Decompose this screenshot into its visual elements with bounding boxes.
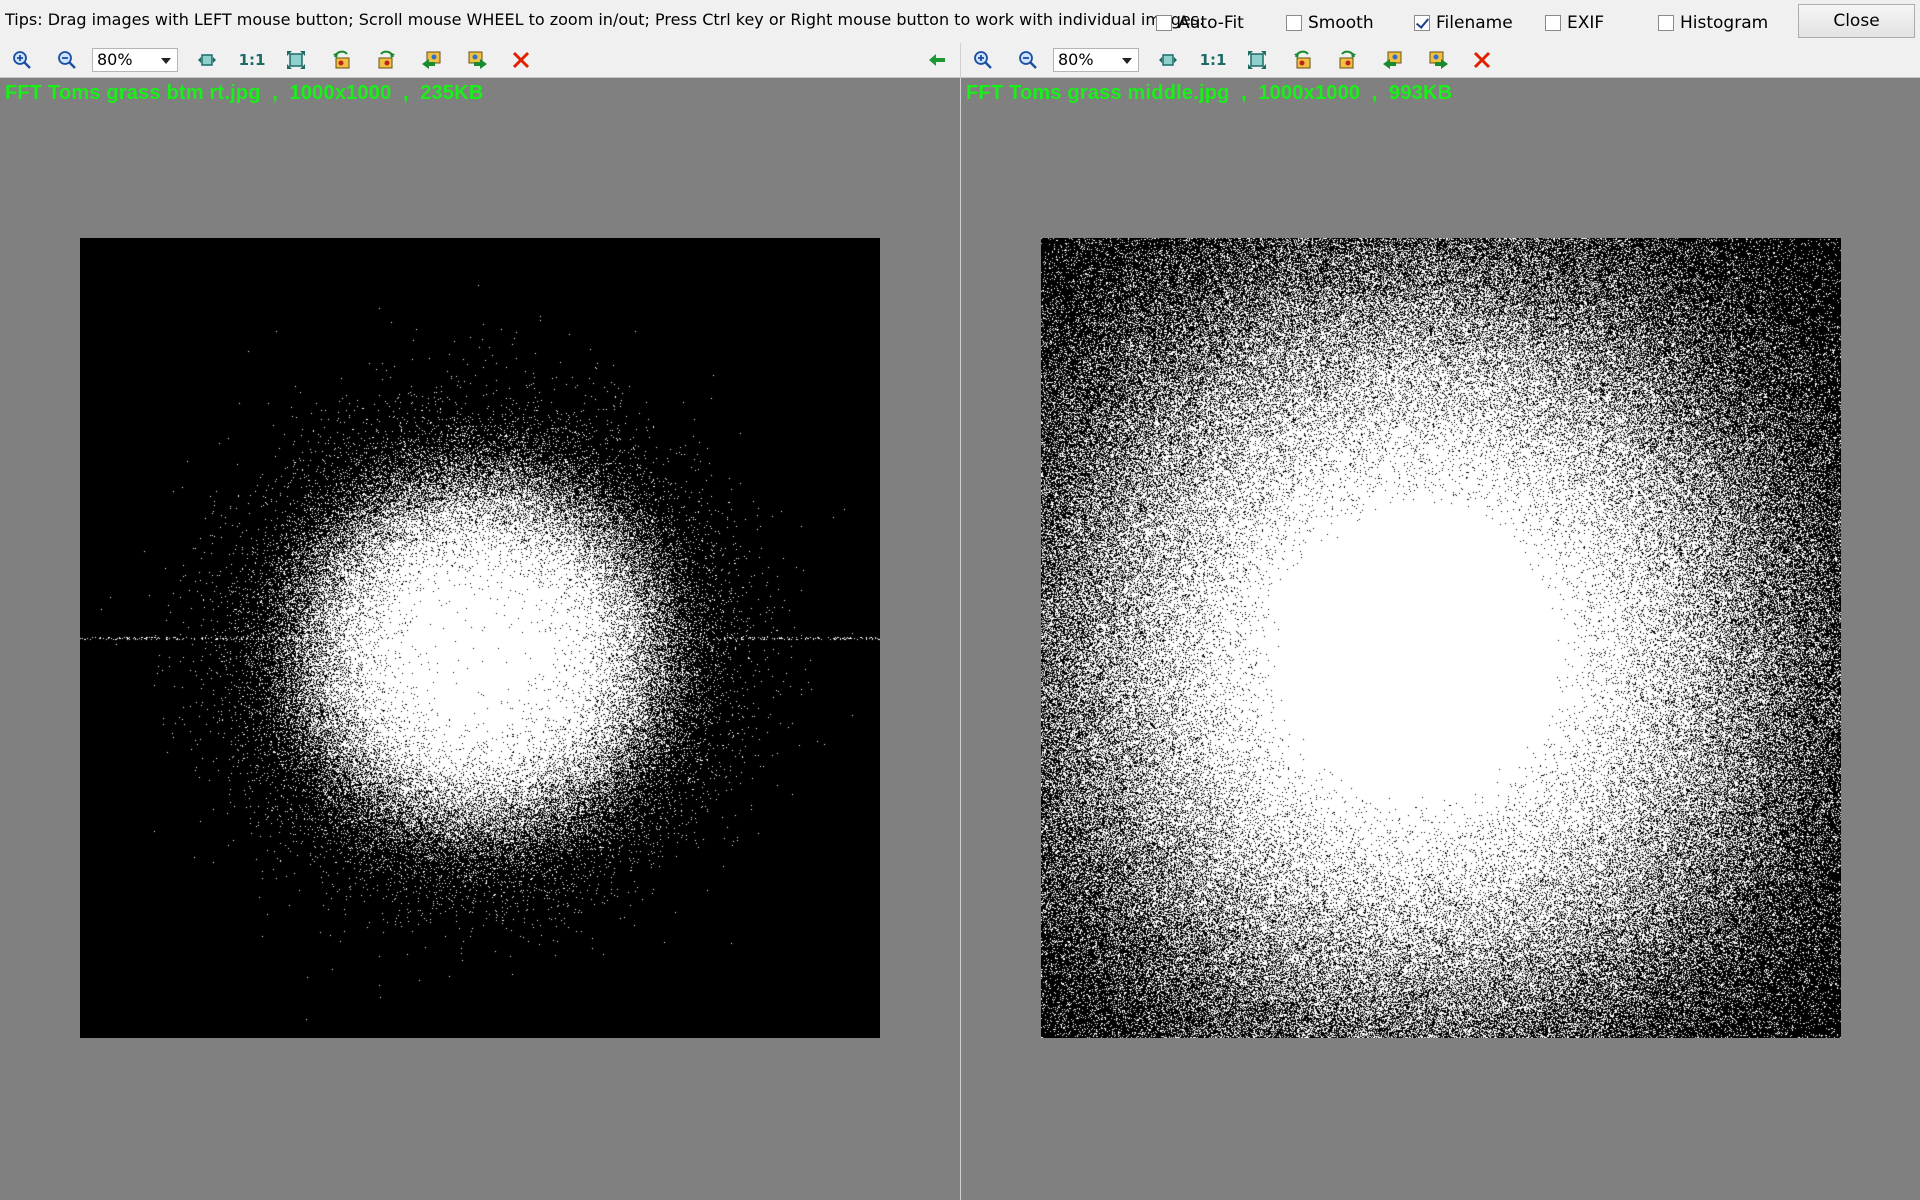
actual-size-button[interactable]: 1:1 (238, 49, 266, 71)
file-info-label: FFT Toms grass btm rt.jpg , 1000x1000 , … (5, 82, 484, 104)
auto-fit-checkbox[interactable]: Auto-Fit (1156, 12, 1244, 34)
smooth-label: Smooth (1308, 13, 1374, 33)
rotate-left-icon[interactable] (331, 49, 353, 71)
fft-image-right[interactable] (1041, 238, 1841, 1038)
checkbox-box[interactable] (1658, 15, 1674, 31)
previous-image-icon[interactable] (421, 49, 443, 71)
zoom-level-select[interactable]: 80% (92, 48, 178, 72)
zoom-level-select[interactable]: 80% (1053, 48, 1139, 72)
fft-image-left[interactable] (80, 238, 880, 1038)
smooth-checkbox[interactable]: Smooth (1286, 12, 1374, 34)
right-image-viewer[interactable]: FFT Toms grass middle.jpg , 1000x1000 , … (961, 78, 1920, 1200)
histogram-checkbox[interactable]: Histogram (1658, 12, 1768, 34)
zoom-in-icon[interactable] (972, 49, 994, 71)
close-button[interactable]: Close (1798, 4, 1915, 38)
chevron-down-icon[interactable] (161, 58, 171, 64)
zoom-out-icon[interactable] (56, 49, 78, 71)
histogram-label: Histogram (1680, 13, 1769, 33)
zoom-level-value: 80% (1058, 50, 1094, 69)
actual-size-button[interactable]: 1:1 (1199, 49, 1227, 71)
checkbox-box-checked[interactable] (1414, 15, 1430, 31)
fit-width-icon[interactable] (196, 49, 218, 71)
rotate-left-icon[interactable] (1292, 49, 1314, 71)
tips-text: Tips: Drag images with LEFT mouse button… (5, 10, 1205, 29)
checkbox-box[interactable] (1156, 15, 1172, 31)
filename-checkbox[interactable]: Filename (1414, 12, 1513, 34)
fit-window-icon[interactable] (285, 49, 307, 71)
filename-label: Filename (1436, 13, 1513, 33)
exif-checkbox[interactable]: EXIF (1545, 12, 1604, 34)
zoom-level-value: 80% (97, 50, 133, 69)
right-toolbar: 80% 1:1 (961, 43, 1920, 78)
rotate-right-icon[interactable] (1336, 49, 1358, 71)
previous-image-icon[interactable] (1382, 49, 1404, 71)
close-image-icon[interactable] (1471, 49, 1493, 71)
left-image-panel: 80% 1:1 FFT Toms grass btm rt.jpg , 1000… (0, 43, 960, 1200)
chevron-down-icon[interactable] (1122, 58, 1132, 64)
left-image-viewer[interactable]: FFT Toms grass btm rt.jpg , 1000x1000 , … (0, 78, 960, 1200)
zoom-in-icon[interactable] (11, 49, 33, 71)
next-image-icon[interactable] (1427, 49, 1449, 71)
right-image-panel: 80% 1:1 FFT Toms grass middle.jpg , 1000… (961, 43, 1920, 1200)
fit-width-icon[interactable] (1157, 49, 1179, 71)
tips-bar: Tips: Drag images with LEFT mouse button… (0, 0, 1920, 42)
checkbox-box[interactable] (1545, 15, 1561, 31)
exif-label: EXIF (1567, 13, 1605, 33)
close-image-icon[interactable] (510, 49, 532, 71)
auto-fit-label: Auto-Fit (1178, 13, 1244, 33)
rotate-right-icon[interactable] (375, 49, 397, 71)
fit-window-icon[interactable] (1246, 49, 1268, 71)
checkbox-box[interactable] (1286, 15, 1302, 31)
sync-left-arrow-icon[interactable] (926, 49, 948, 71)
file-info-label: FFT Toms grass middle.jpg , 1000x1000 , … (966, 82, 1453, 104)
next-image-icon[interactable] (466, 49, 488, 71)
zoom-out-icon[interactable] (1017, 49, 1039, 71)
left-toolbar: 80% 1:1 (0, 43, 960, 78)
